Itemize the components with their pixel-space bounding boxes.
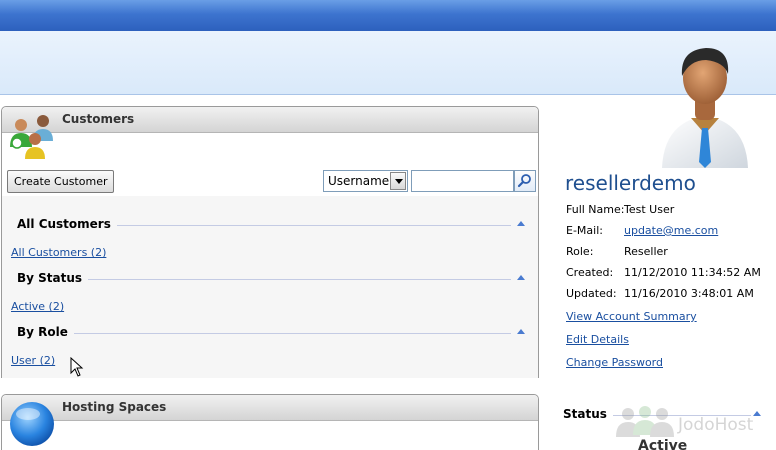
status-title: Status <box>563 407 613 421</box>
top-bar <box>0 0 776 31</box>
collapse-icon[interactable] <box>517 329 525 334</box>
hosting-spaces-panel-title: Hosting Spaces <box>62 400 167 414</box>
account-username: resellerdemo <box>565 171 696 195</box>
search-button[interactable] <box>514 170 536 192</box>
watermark-people-icon <box>616 406 674 437</box>
mouse-cursor-icon <box>70 357 84 377</box>
group-divider <box>17 279 511 280</box>
role-label: Role: <box>566 245 594 258</box>
customers-panel-body: All Customers All Customers (2) By Statu… <box>2 196 538 378</box>
jodohost-watermark: JodoHost <box>614 405 764 441</box>
group-title-all-customers: All Customers <box>17 217 117 231</box>
search-field-select-value: Username <box>328 174 390 188</box>
customers-panel-title: Customers <box>62 112 135 126</box>
collapse-icon[interactable] <box>517 221 525 226</box>
edit-details-link[interactable]: Edit Details <box>566 333 629 346</box>
created-label: Created: <box>566 266 614 279</box>
email-label: E-Mail: <box>566 224 603 237</box>
collapse-icon[interactable] <box>517 275 525 280</box>
updated-label: Updated: <box>566 287 617 300</box>
customers-panel: Customers Create Customer Username All C… <box>1 106 539 378</box>
group-divider <box>17 333 511 334</box>
active-customers-link[interactable]: Active (2) <box>11 300 64 313</box>
all-customers-link[interactable]: All Customers (2) <box>11 246 106 259</box>
group-title-by-role: By Role <box>17 325 74 339</box>
full-name-label: Full Name: <box>566 203 625 216</box>
search-icon <box>517 174 531 188</box>
group-header-all-customers[interactable]: All Customers <box>17 217 527 233</box>
search-input[interactable] <box>411 170 514 192</box>
avatar <box>662 48 748 168</box>
group-header-by-role[interactable]: By Role <box>17 325 527 341</box>
watermark-text: JodoHost <box>678 415 754 435</box>
user-role-link[interactable]: User (2) <box>11 354 55 367</box>
email-link[interactable]: update@me.com <box>624 224 718 237</box>
change-password-link[interactable]: Change Password <box>566 356 663 369</box>
chevron-down-icon[interactable] <box>390 172 406 190</box>
full-name-value: Test User <box>624 203 675 216</box>
search-field-select[interactable]: Username <box>323 170 408 192</box>
hosting-spaces-panel: Hosting Spaces <box>1 394 539 450</box>
customers-toolbar: Create Customer Username <box>2 164 538 196</box>
view-account-summary-link[interactable]: View Account Summary <box>566 310 697 323</box>
updated-value: 11/16/2010 3:48:01 AM <box>624 287 754 300</box>
group-header-by-status[interactable]: By Status <box>17 271 527 287</box>
globe-icon <box>10 402 54 446</box>
created-value: 11/12/2010 11:34:52 AM <box>624 266 761 279</box>
customers-panel-header: Customers <box>2 107 538 133</box>
hosting-spaces-panel-header: Hosting Spaces <box>2 395 538 421</box>
customers-icon <box>10 115 53 159</box>
create-customer-button[interactable]: Create Customer <box>7 170 115 193</box>
role-value: Reseller <box>624 245 668 258</box>
status-value: Active <box>638 438 688 450</box>
group-title-by-status: By Status <box>17 271 89 285</box>
